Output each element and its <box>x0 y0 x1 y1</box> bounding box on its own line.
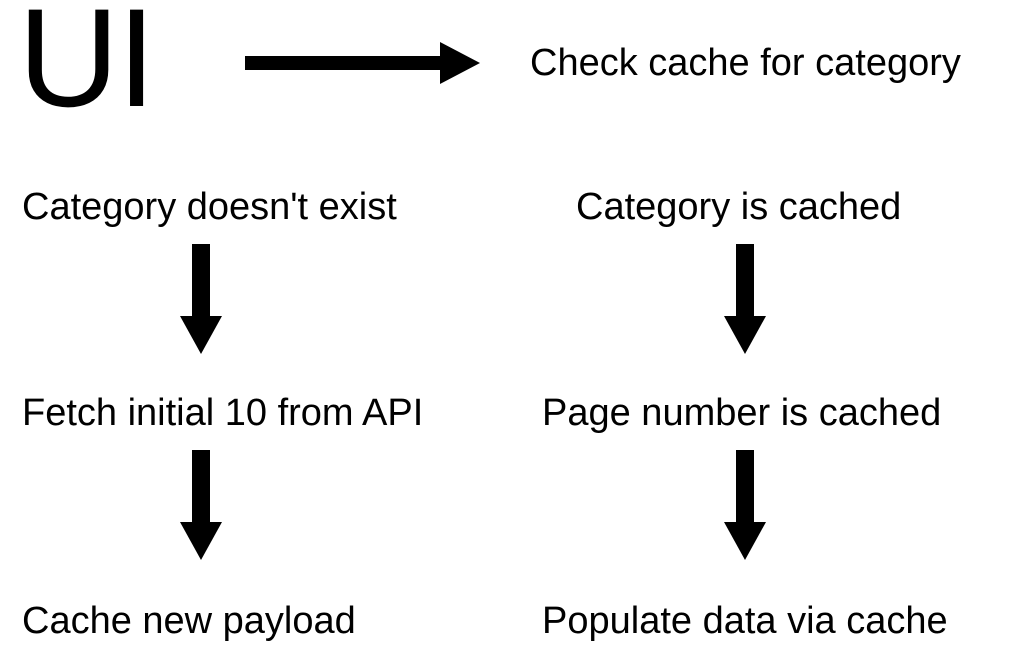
flow-diagram: UI Check cache for category Category doe… <box>0 0 1024 661</box>
arrow-down-icon <box>720 244 770 354</box>
arrow-down-icon <box>176 244 226 354</box>
node-cache-payload: Cache new payload <box>22 600 356 643</box>
node-ui-entry: UI <box>18 0 154 128</box>
node-category-not-exist: Category doesn't exist <box>22 186 397 229</box>
node-populate: Populate data via cache <box>542 600 948 643</box>
arrow-right-icon <box>245 38 480 88</box>
node-category-cached: Category is cached <box>576 186 901 229</box>
node-fetch-initial: Fetch initial 10 from API <box>22 392 423 435</box>
arrow-down-icon <box>720 450 770 560</box>
node-check-cache: Check cache for category <box>530 42 961 85</box>
arrow-down-icon <box>176 450 226 560</box>
node-page-cached: Page number is cached <box>542 392 941 435</box>
